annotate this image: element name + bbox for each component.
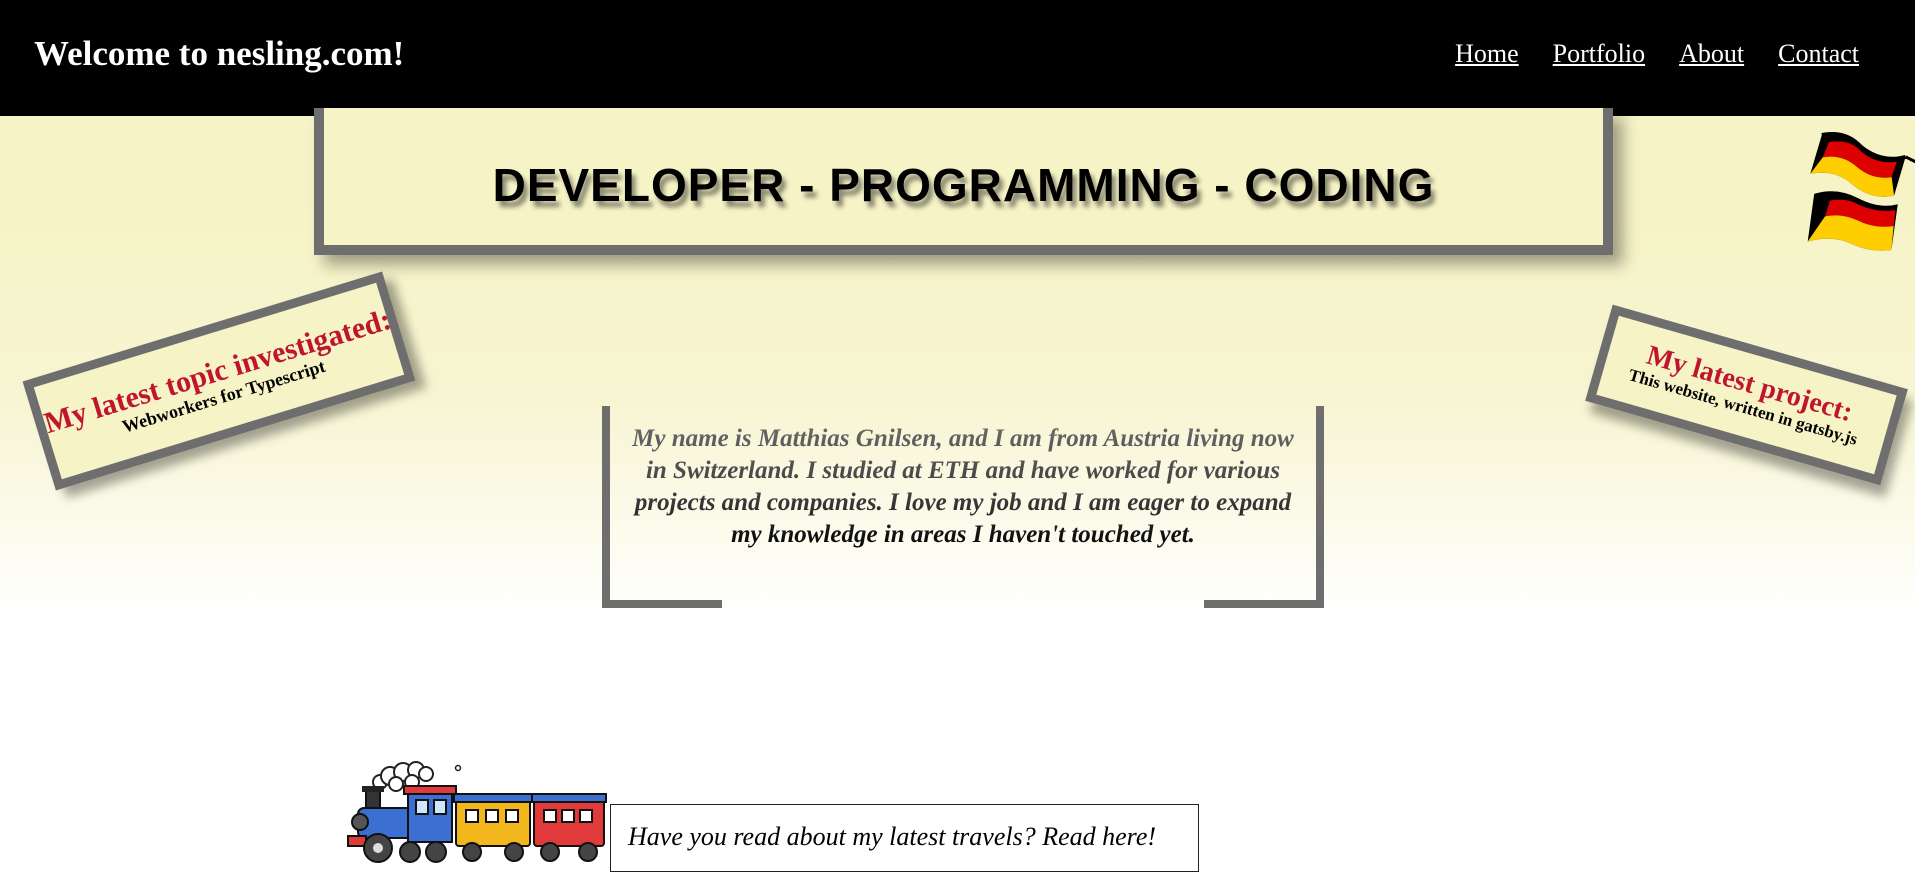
nav-portfolio-link[interactable]: Portfolio xyxy=(1553,39,1645,69)
german-flag-icon[interactable] xyxy=(1795,132,1915,262)
latest-topic-heading: My latest topic investigated: xyxy=(40,302,395,441)
site-title: Welcome to nesling.com! xyxy=(34,34,405,73)
nav-contact-link[interactable]: Contact xyxy=(1778,39,1859,69)
main-nav: Home Portfolio About Contact xyxy=(1455,39,1859,69)
tagline-text: DEVELOPER - PROGRAMMING - CODING xyxy=(492,159,1435,211)
intro-section: My name is Matthias Gnilsen, and I am fr… xyxy=(602,406,1324,608)
nav-home-link[interactable]: Home xyxy=(1455,39,1519,69)
site-header: Welcome to nesling.com! Home Portfolio A… xyxy=(0,0,1915,116)
latest-topic-card[interactable]: My latest topic investigated: Webworkers… xyxy=(22,271,416,491)
tagline-banner: DEVELOPER - PROGRAMMING - CODING xyxy=(314,108,1613,255)
latest-project-card[interactable]: My latest project: This website, written… xyxy=(1585,304,1908,486)
travel-link-text[interactable]: Have you read about my latest travels? R… xyxy=(628,822,1156,852)
intro-text: My name is Matthias Gnilsen, and I am fr… xyxy=(630,423,1296,551)
travel-link-box[interactable]: Have you read about my latest travels? R… xyxy=(610,804,1199,872)
nav-about-link[interactable]: About xyxy=(1679,39,1744,69)
train-icon xyxy=(347,761,607,863)
